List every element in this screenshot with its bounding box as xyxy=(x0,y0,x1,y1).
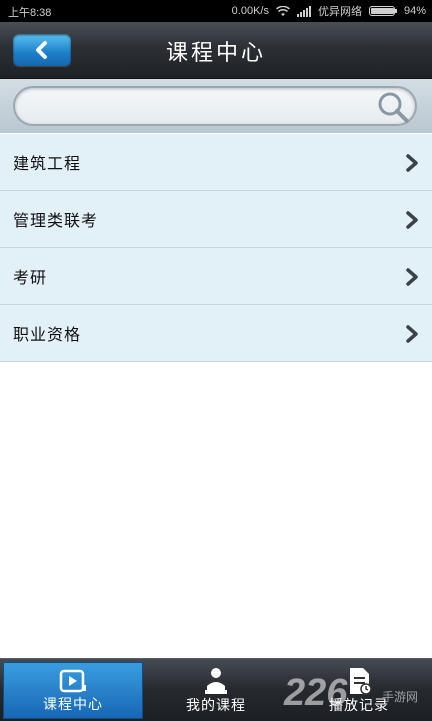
list-item[interactable]: 职业资格 xyxy=(0,305,432,362)
chevron-right-icon xyxy=(406,268,418,286)
battery-icon xyxy=(368,6,395,16)
status-indicators: 0.00K/s 优异网络 94% xyxy=(232,3,426,19)
list-item[interactable]: 建筑工程 xyxy=(0,134,432,191)
list-item-label: 考研 xyxy=(13,268,48,287)
page-title: 课程中心 xyxy=(165,41,266,66)
document-history-icon xyxy=(350,668,372,695)
search-icon[interactable] xyxy=(376,90,410,124)
network-speed: 0.00K/s xyxy=(231,5,269,17)
list-item[interactable]: 考研 xyxy=(0,248,432,305)
bottom-nav: 课程中心 我的课程 播放记录 xyxy=(0,658,432,721)
list-item-label: 建筑工程 xyxy=(13,154,82,173)
status-time: 上午8:38 xyxy=(8,7,52,19)
category-list: 建筑工程 管理类联考 考研 职业资格 xyxy=(0,134,432,362)
status-bar: 上午8:38 0.00K/s 优异网络 94% xyxy=(0,0,432,22)
wifi-icon xyxy=(275,5,290,16)
search-input[interactable] xyxy=(13,86,417,126)
signal-icon xyxy=(296,5,311,17)
tab-play-history[interactable]: 播放记录 xyxy=(289,662,429,719)
tab-label: 播放记录 xyxy=(329,698,389,714)
tab-label: 课程中心 xyxy=(43,697,103,713)
chevron-right-icon xyxy=(406,211,418,229)
battery-percent: 94% xyxy=(403,5,426,17)
app-header: 课程中心 xyxy=(0,22,432,79)
tab-label: 我的课程 xyxy=(186,698,246,714)
tab-my-courses[interactable]: 我的课程 xyxy=(146,662,286,719)
video-course-icon xyxy=(59,669,86,693)
tab-course-center[interactable]: 课程中心 xyxy=(3,662,143,719)
search-bar xyxy=(0,79,432,133)
list-item-label: 管理类联考 xyxy=(13,211,99,230)
carrier-name: 优异网络 xyxy=(317,6,362,18)
list-item-label: 职业资格 xyxy=(13,325,82,344)
list-item[interactable]: 管理类联考 xyxy=(0,191,432,248)
reader-icon xyxy=(205,668,227,694)
chevron-right-icon xyxy=(406,325,418,343)
chevron-right-icon xyxy=(406,154,418,172)
